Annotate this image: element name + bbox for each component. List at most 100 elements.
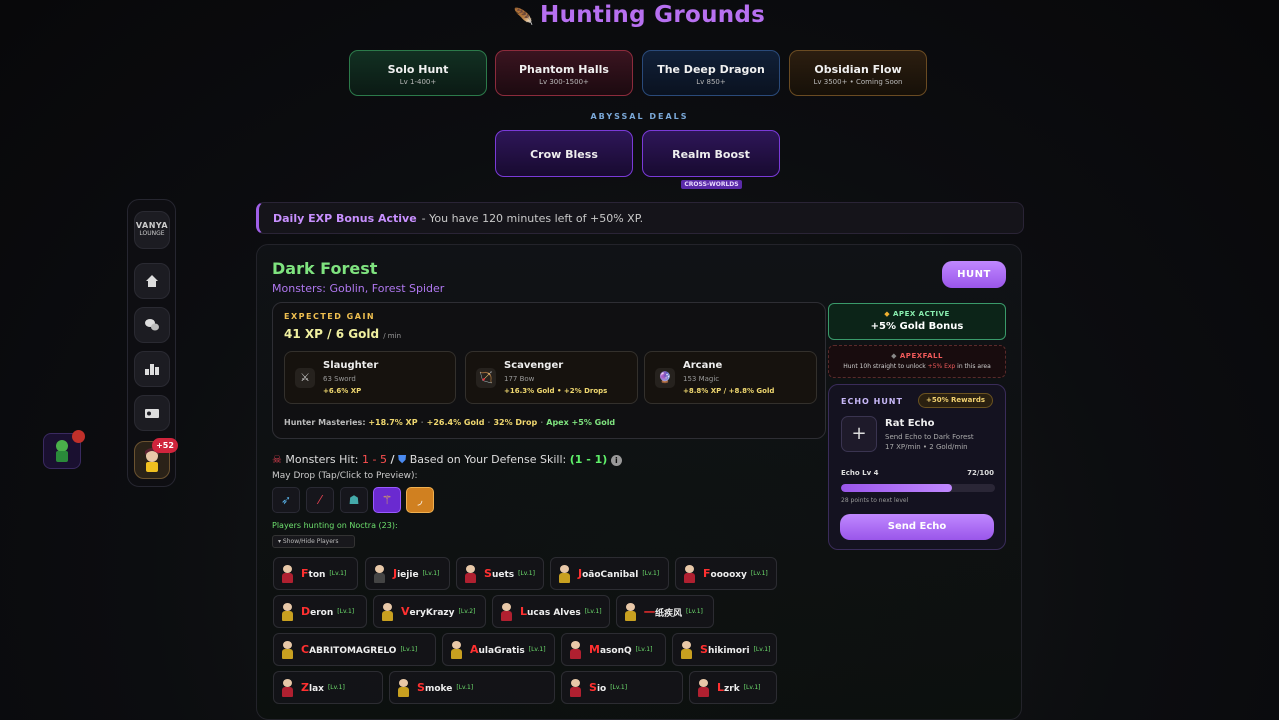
player-level: [Lv.1] xyxy=(635,646,653,653)
exp-banner-title: Daily EXP Bonus Active xyxy=(273,212,417,225)
player-card[interactable]: Lucas Alves [Lv.1] xyxy=(492,595,610,628)
player-level: [Lv.1] xyxy=(456,684,474,691)
player-card[interactable]: VeryKrazy [Lv.2] xyxy=(373,595,486,628)
player-level: [Lv.1] xyxy=(584,608,602,615)
player-level: [Lv.1] xyxy=(642,570,660,577)
drop-item-hood-icon[interactable]: ☗ xyxy=(340,487,368,513)
player-avatar xyxy=(380,602,395,622)
player-avatar xyxy=(463,564,478,584)
zone-obsidian-flow-button[interactable]: Obsidian Flow Lv 3500+ • Coming Soon xyxy=(789,50,927,96)
player-card[interactable]: Fooooxy [Lv.1] xyxy=(675,557,777,590)
skill-level: 177 Bow xyxy=(504,375,535,383)
apex-active-panel: ◆ APEX ACTIVE +5% Gold Bonus xyxy=(828,303,1006,340)
show-hide-players-toggle[interactable]: ▾ Show/Hide Players xyxy=(272,535,355,548)
player-card[interactable]: Jiejie [Lv.1] xyxy=(365,557,450,590)
zone-deep-dragon-button[interactable]: The Deep Dragon Lv 850+ xyxy=(642,50,780,96)
sidebar-item-chat[interactable] xyxy=(134,307,170,343)
zone-solo-hunt-button[interactable]: Solo Hunt Lv 1-400+ xyxy=(349,50,487,96)
zone-phantom-halls-button[interactable]: Phantom Halls Lv 300-1500+ xyxy=(495,50,633,96)
player-avatar xyxy=(682,564,697,584)
notification-badge: +52 xyxy=(152,438,178,453)
exp-banner-text: - You have 120 minutes left of +50% XP. xyxy=(421,212,644,225)
zone-level: Lv 1-400+ xyxy=(399,78,437,86)
player-name: VeryKrazy xyxy=(401,605,455,618)
echo-level: Echo Lv 4 xyxy=(841,469,879,477)
feather-icon: 🪶 xyxy=(513,7,535,26)
drop-item-bow-icon[interactable]: ➶ xyxy=(272,487,300,513)
sidebar-item-home[interactable] xyxy=(134,263,170,299)
player-avatar xyxy=(280,640,295,660)
expected-gain-label: EXPECTED GAIN xyxy=(284,312,376,321)
zone-level: Lv 300-1500+ xyxy=(539,78,589,86)
player-avatar xyxy=(568,678,583,698)
realm-boost-button[interactable]: Realm Boost xyxy=(642,130,780,177)
player-name: Sio xyxy=(589,681,607,694)
vanya-lounge-logo[interactable]: VANYA LOUNGE xyxy=(134,211,170,249)
player-avatar xyxy=(623,602,638,622)
player-card[interactable]: Deron [Lv.1] xyxy=(273,595,367,628)
player-name: MasonQ xyxy=(589,643,632,656)
player-avatar xyxy=(696,678,711,698)
player-level: [Lv.1] xyxy=(329,570,347,577)
echo-hunt-title: ECHO HUNT xyxy=(841,397,903,406)
player-avatar xyxy=(280,564,295,584)
mastery-xp: +18.7% XP xyxy=(368,418,418,427)
player-card[interactable]: 一纸疾风 [Lv.1] xyxy=(616,595,714,628)
drop-item-staff-icon[interactable]: ⚚ xyxy=(373,487,401,513)
player-card[interactable]: Suets [Lv.1] xyxy=(456,557,544,590)
player-name: 一纸疾风 xyxy=(644,605,683,619)
player-level: [Lv.1] xyxy=(327,684,345,691)
sidebar-item-leaderboard[interactable] xyxy=(134,351,170,387)
expected-separator: / xyxy=(327,327,332,341)
zone-level: Lv 850+ xyxy=(696,78,726,86)
echo-progress-bar xyxy=(841,484,995,492)
player-card[interactable]: JoãoCanibal [Lv.1] xyxy=(550,557,669,590)
player-name: Shikimori xyxy=(700,643,750,656)
skill-level: 63 Sword xyxy=(323,375,356,383)
area-title: Dark Forest xyxy=(272,259,378,278)
skill-name: Slaughter xyxy=(323,360,379,371)
monsters-hit-label: Monsters Hit: xyxy=(285,453,359,466)
apex-label: ◆ APEX ACTIVE xyxy=(884,310,950,318)
player-card[interactable]: Zlax [Lv.1] xyxy=(273,671,383,704)
echo-next-level: 28 points to next level xyxy=(841,497,909,504)
send-echo-button[interactable]: Send Echo xyxy=(840,514,994,540)
drop-item-wand-icon[interactable]: ⁄ xyxy=(306,487,334,513)
player-card[interactable]: Lzrk [Lv.1] xyxy=(689,671,777,704)
player-name: JoãoCanibal xyxy=(578,567,639,580)
skill-card-scavenger: 🏹 Scavenger 177 Bow +16.3% Gold • +2% Dr… xyxy=(465,351,638,404)
player-level: [Lv.1] xyxy=(518,570,535,577)
page-title-text: Hunting Grounds xyxy=(540,2,766,28)
player-level: [Lv.1] xyxy=(400,646,418,653)
crow-bless-button[interactable]: Crow Bless xyxy=(495,130,633,177)
player-card[interactable]: Shikimori [Lv.1] xyxy=(672,633,777,666)
sword-icon: ⚔ xyxy=(295,368,315,388)
player-card[interactable]: MasonQ [Lv.1] xyxy=(561,633,666,666)
player-card[interactable]: Fton [Lv.1] xyxy=(273,557,358,590)
info-icon[interactable]: i xyxy=(610,455,622,466)
player-card[interactable]: Sio [Lv.1] xyxy=(561,671,683,704)
drop-item-horn-icon[interactable]: ◞ xyxy=(406,487,434,513)
home-icon xyxy=(146,275,158,287)
add-echo-button[interactable]: + xyxy=(841,416,877,452)
player-level: [Lv.1] xyxy=(337,608,355,615)
player-avatar xyxy=(679,640,694,660)
player-avatar xyxy=(280,602,295,622)
player-level: [Lv.1] xyxy=(743,684,761,691)
leaderboard-icon xyxy=(145,364,159,375)
player-card[interactable]: CABRITOMAGRELO [Lv.1] xyxy=(273,633,436,666)
player-avatar xyxy=(568,640,583,660)
player-card[interactable]: AulaGratis [Lv.1] xyxy=(442,633,555,666)
logo-text-bottom: LOUNGE xyxy=(139,230,165,237)
masteries-label: Hunter Masteries: xyxy=(284,418,366,427)
hunt-button[interactable]: HUNT xyxy=(942,261,1006,288)
player-name: Smoke xyxy=(417,681,453,694)
player-level: [Lv.1] xyxy=(686,608,703,615)
zone-name: The Deep Dragon xyxy=(657,63,765,76)
player-name: Lzrk xyxy=(717,681,740,694)
player-name: Zlax xyxy=(301,681,324,694)
player-name: CABRITOMAGRELO xyxy=(301,643,397,656)
ticket-icon xyxy=(145,409,159,418)
sidebar-item-ticket[interactable] xyxy=(134,395,170,431)
player-card[interactable]: Smoke [Lv.1] xyxy=(389,671,555,704)
